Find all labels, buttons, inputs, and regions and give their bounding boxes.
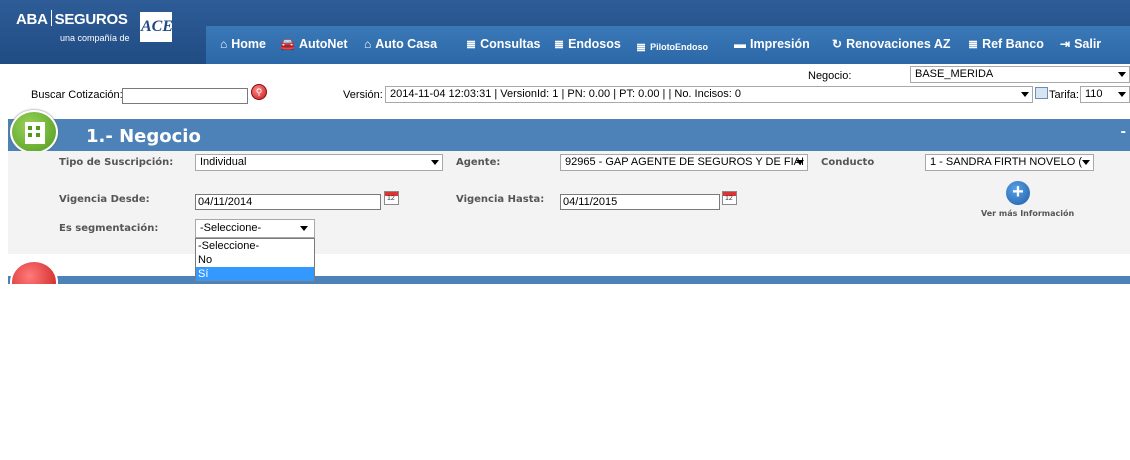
- vigencia-hasta-input[interactable]: 04/11/2015: [560, 194, 720, 210]
- car-icon: 🚘: [280, 37, 295, 51]
- document-icon: ≣: [968, 37, 979, 51]
- segmentacion-select[interactable]: -Seleccione-: [195, 219, 315, 238]
- nav-endosos[interactable]: ≣ Endosos: [554, 37, 621, 51]
- conducto-value: 1 - SANDRA FIRTH NOVELO (: [930, 156, 1082, 168]
- collapse-icon[interactable]: -: [1121, 123, 1126, 141]
- negocio-value: BASE_MERIDA: [915, 68, 994, 80]
- nav-label: Consultas: [480, 37, 541, 51]
- nav-label: AutoNet: [298, 37, 348, 51]
- section-next-icon: [10, 260, 58, 284]
- nav-label: Salir: [1074, 37, 1102, 51]
- nav-ref-banco[interactable]: ≣ Ref Banco: [968, 37, 1044, 51]
- vigencia-desde-label: Vigencia Desde:: [59, 194, 150, 205]
- building-icon: [10, 110, 58, 154]
- nav-renovaciones[interactable]: ↻ Renovaciones AZ: [832, 37, 951, 51]
- document-icon: ≣: [466, 37, 477, 51]
- chevron-down-icon: [796, 160, 804, 165]
- chevron-down-icon: [300, 226, 308, 231]
- dropdown-option[interactable]: Sí: [196, 267, 314, 281]
- section-title: 1.- Negocio: [86, 126, 201, 147]
- nav-label: Auto Casa: [375, 37, 438, 51]
- calendar-day: 12: [725, 195, 733, 202]
- ver-mas-informacion-link[interactable]: Ver más Información: [981, 209, 1074, 218]
- calendar-day: 12: [387, 195, 395, 202]
- brand-tagline: una compañía de: [60, 33, 130, 43]
- nav-salir[interactable]: ⇥ Salir: [1060, 37, 1101, 51]
- tipo-suscripcion-label: Tipo de Suscripción:: [59, 157, 174, 168]
- dropdown-option[interactable]: No: [196, 253, 314, 267]
- negocio-select[interactable]: BASE_MERIDA: [910, 66, 1130, 83]
- main-nav: ⌂ Home 🚘 AutoNet ⌂ Auto Casa ≣ Consultas…: [206, 26, 1130, 64]
- vigencia-desde-input[interactable]: 04/11/2014: [195, 194, 381, 210]
- tarifa-label: Tarifa:: [1049, 89, 1079, 101]
- nav-piloto-endoso[interactable]: ≣ PilotoEndoso: [636, 40, 708, 54]
- document-icon: ≣: [636, 40, 647, 54]
- negocio-label: Negocio:: [808, 70, 852, 82]
- segmentacion-dropdown: -Seleccione- No Sí: [195, 238, 315, 282]
- app-header: ABA SEGUROS una compañía de ACE ⌂ Home 🚘 …: [0, 0, 1130, 64]
- nav-label: Endosos: [568, 37, 621, 51]
- nav-auto-casa[interactable]: ⌂ Auto Casa: [364, 37, 437, 51]
- home-icon: ⌂: [220, 37, 228, 51]
- nav-label: Ref Banco: [982, 37, 1044, 51]
- tarifa-value: 110: [1085, 88, 1103, 100]
- buscar-label: Buscar Cotización:: [31, 89, 123, 101]
- section-negocio-header[interactable]: 1.- Negocio -: [8, 119, 1130, 151]
- ace-logo-icon: ACE: [140, 12, 173, 42]
- chevron-down-icon: [431, 160, 439, 165]
- tipo-suscripcion-select[interactable]: Individual: [195, 154, 443, 171]
- plus-icon[interactable]: +: [1006, 181, 1030, 205]
- calendar-icon[interactable]: 12: [384, 191, 399, 205]
- section-next-header[interactable]: [8, 276, 1130, 284]
- brand-name: ABA SEGUROS: [16, 10, 128, 28]
- chevron-down-icon: [1118, 92, 1126, 97]
- copy-icon[interactable]: [1035, 87, 1048, 99]
- buscar-cotizacion-input[interactable]: [122, 88, 248, 104]
- exit-icon: ⇥: [1060, 37, 1071, 51]
- nav-impresion[interactable]: ▬ Impresión: [734, 37, 810, 51]
- version-value: 2014-11-04 12:03:31 | VersionId: 1 | PN:…: [390, 88, 742, 100]
- document-icon: ≣: [554, 37, 565, 51]
- conducto-label: Conducto: [821, 157, 875, 168]
- segmentacion-label: Es segmentación:: [59, 223, 159, 234]
- vigencia-hasta-label: Vigencia Hasta:: [456, 194, 545, 205]
- house-icon: ⌂: [364, 37, 372, 51]
- nav-label: Renovaciones AZ: [846, 37, 951, 51]
- dropdown-option[interactable]: -Seleccione-: [196, 239, 314, 253]
- conducto-select[interactable]: 1 - SANDRA FIRTH NOVELO (: [925, 154, 1094, 171]
- agente-select[interactable]: 92965 - GAP AGENTE DE SEGUROS Y DE FIAI: [560, 154, 808, 171]
- nav-label: PilotoEndoso: [650, 42, 709, 52]
- nav-autonet[interactable]: 🚘 AutoNet: [280, 37, 348, 51]
- nav-label: Impresión: [750, 37, 810, 51]
- agente-label: Agente:: [456, 157, 501, 168]
- tipo-suscripcion-value: Individual: [200, 156, 247, 168]
- version-select[interactable]: 2014-11-04 12:03:31 | VersionId: 1 | PN:…: [385, 86, 1033, 103]
- search-icon[interactable]: ⚲: [251, 84, 267, 100]
- tarifa-select[interactable]: 110: [1080, 86, 1130, 103]
- refresh-icon: ↻: [832, 37, 843, 51]
- printer-icon: ▬: [734, 37, 746, 51]
- chevron-down-icon: [1118, 72, 1126, 77]
- chevron-down-icon: [1021, 92, 1029, 97]
- chevron-down-icon: [1082, 160, 1090, 165]
- nav-consultas[interactable]: ≣ Consultas: [466, 37, 541, 51]
- nav-home[interactable]: ⌂ Home: [220, 37, 266, 51]
- agente-value: 92965 - GAP AGENTE DE SEGUROS Y DE FIAI: [565, 156, 805, 168]
- version-label: Versión:: [343, 89, 383, 101]
- segmentacion-value: -Seleccione-: [200, 222, 262, 234]
- brand-logo[interactable]: ABA SEGUROS una compañía de ACE: [16, 8, 206, 48]
- calendar-icon[interactable]: 12: [722, 191, 737, 205]
- nav-label: Home: [231, 37, 266, 51]
